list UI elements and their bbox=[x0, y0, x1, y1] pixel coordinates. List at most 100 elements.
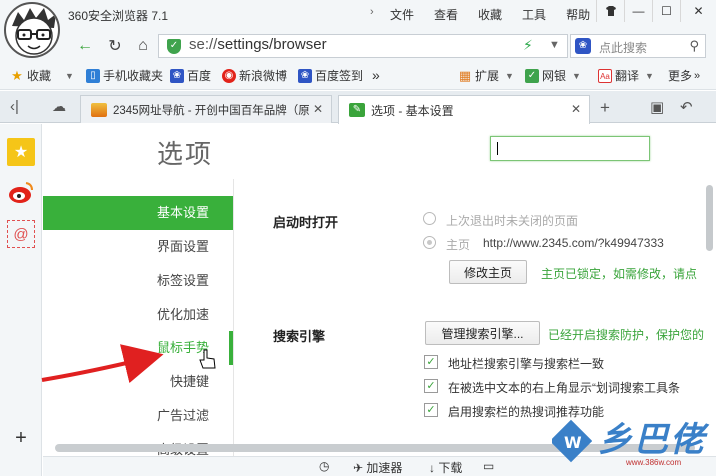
radio-homepage[interactable] bbox=[423, 236, 436, 249]
checkbox-label-selection-toolbar[interactable]: 在被选中文本的右上角显示“划词搜索工具条 bbox=[448, 379, 680, 396]
weibo-icon: ◉ bbox=[222, 68, 236, 83]
bookmarks-more-arrow[interactable]: » bbox=[372, 67, 380, 83]
svg-text:W: W bbox=[564, 433, 582, 452]
url-text[interactable]: se://settings/browser bbox=[189, 36, 327, 53]
rocket-icon: ✈ bbox=[353, 461, 364, 475]
nav-ad-filter[interactable]: 广告过滤 bbox=[43, 399, 233, 433]
grid-icon: ▦ bbox=[458, 67, 472, 83]
modify-homepage-button[interactable]: 修改主页 bbox=[449, 260, 527, 284]
tab-close-icon[interactable]: ✕ bbox=[571, 102, 581, 116]
url-dropdown-icon[interactable]: ▼ bbox=[549, 39, 560, 51]
checkbox-label-addressbar-sync[interactable]: 地址栏搜索引擎与搜索栏一致 bbox=[448, 355, 604, 372]
search-placeholder[interactable]: 点此搜索 bbox=[599, 39, 647, 56]
url-input[interactable]: ✓ se://settings/browser ⚡ ▼ bbox=[158, 34, 568, 58]
menu-favorites[interactable]: 收藏 bbox=[478, 6, 502, 23]
bookmark-baidu[interactable]: ❀ 百度 bbox=[170, 67, 211, 84]
search-box[interactable]: ❀ 点此搜索 ⚲ bbox=[570, 34, 706, 58]
baidu-paw-icon: ❀ bbox=[298, 68, 312, 83]
bookmark-weibo[interactable]: ◉ 新浪微博 bbox=[222, 67, 287, 84]
nav-mouse-gestures[interactable]: 鼠标手势 bbox=[43, 331, 233, 365]
translate-button[interactable]: Aa 翻译 ▼ bbox=[598, 67, 654, 84]
left-sidebar: ★ @ + bbox=[0, 124, 42, 476]
shield-icon: ✓ bbox=[525, 68, 539, 83]
tab-strip: ‹| ☁ 2345网址导航 - 开创中国百年品牌（原 ✕ ✎ 选项 - 基本设置… bbox=[0, 91, 716, 124]
mail-icon[interactable]: @ bbox=[7, 220, 35, 248]
speed-mode-icon[interactable]: ⚡ bbox=[523, 37, 533, 54]
bookmark-mobile[interactable]: ▯ 手机收藏夹 bbox=[86, 67, 163, 84]
home-icon[interactable]: ⌂ bbox=[132, 36, 154, 56]
menu-view[interactable]: 查看 bbox=[434, 6, 458, 23]
minimize-button[interactable]: — bbox=[624, 0, 652, 22]
search-icon[interactable]: ⚲ bbox=[689, 38, 699, 54]
nav-interface-settings[interactable]: 界面设置 bbox=[43, 230, 233, 264]
settings-nav: 基本设置 界面设置 标签设置 优化加速 鼠标手势 快捷键 广告过滤 高级设置 bbox=[43, 179, 233, 476]
extensions-button[interactable]: ▦ 扩展 ▼ bbox=[458, 67, 514, 84]
app-title: 360安全浏览器 7.1 bbox=[68, 9, 169, 23]
shield-icon: ✓ bbox=[167, 39, 181, 54]
homepage-locked-note: 主页已锁定，如需修改，请点 bbox=[541, 267, 698, 281]
download-icon: ↓ bbox=[429, 461, 435, 475]
site-2345-icon bbox=[91, 102, 107, 117]
more-button[interactable]: 更多» bbox=[668, 67, 700, 84]
homepage-url: http://www.2345.com/?k49947333 bbox=[483, 236, 664, 250]
menu-file[interactable]: 文件 bbox=[390, 6, 414, 23]
nav-optimize[interactable]: 优化加速 bbox=[43, 298, 233, 332]
title-bar: 360安全浏览器 7.1 › 文件 查看 收藏 工具 帮助 — ☐ ✕ bbox=[0, 0, 716, 58]
new-tab-button[interactable]: + bbox=[600, 98, 610, 118]
speed-dial-icon[interactable]: ◷ bbox=[319, 459, 329, 473]
menu-help[interactable]: 帮助 bbox=[566, 6, 590, 23]
tab-close-icon[interactable]: ✕ bbox=[308, 102, 323, 116]
refresh-icon[interactable]: ↻ bbox=[104, 36, 126, 56]
radio-last-session[interactable] bbox=[423, 212, 436, 225]
favorites-star-icon[interactable]: ★ bbox=[7, 138, 35, 166]
baidu-paw-icon[interactable]: ❀ bbox=[575, 38, 591, 54]
baidu-paw-icon: ❀ bbox=[170, 68, 184, 83]
accelerator-button[interactable]: ✈ 加速器 bbox=[353, 459, 402, 476]
download-button[interactable]: ↓ 下载 bbox=[429, 459, 462, 476]
watermark-url: www.386w.com bbox=[626, 458, 682, 467]
wrench-icon: ✎ bbox=[349, 103, 365, 117]
startup-label: 启动时打开 bbox=[273, 215, 339, 230]
nav-tab-settings[interactable]: 标签设置 bbox=[43, 264, 233, 298]
skin-icon[interactable] bbox=[596, 0, 624, 22]
weibo-icon[interactable] bbox=[7, 178, 35, 206]
checkbox-addressbar-sync[interactable]: ✓ bbox=[424, 355, 438, 369]
watermark-logo: W 乡巴佬 www.386w.com bbox=[552, 408, 712, 472]
tab-settings[interactable]: ✎ 选项 - 基本设置 ✕ bbox=[338, 95, 590, 124]
window-controls: — ☐ ✕ bbox=[596, 0, 716, 22]
checkbox-hot-words[interactable]: ✓ bbox=[424, 403, 438, 417]
nav-divider bbox=[233, 179, 234, 476]
translate-icon: Aa bbox=[598, 68, 612, 83]
netbank-button[interactable]: ✓ 网银 ▼ bbox=[525, 67, 581, 84]
settings-search-input[interactable] bbox=[490, 136, 650, 161]
bookmark-baidu-signin[interactable]: ❀ 百度签到 bbox=[298, 67, 363, 84]
checkbox-selection-toolbar[interactable]: ✓ bbox=[424, 379, 438, 393]
tab-overview-icon[interactable]: ▣ bbox=[650, 98, 664, 116]
tab-list-icon[interactable]: ‹| bbox=[10, 98, 19, 115]
bookmarks-bar: ★ 收藏 ▼ ▯ 手机收藏夹 ❀ 百度 ◉ 新浪微博 ❀ 百度签到 » ▦ 扩展 ▼ ✓ 网银 ▼ … bbox=[0, 62, 716, 90]
address-bar: ← ↻ ⌂ ✓ se://settings/browser ⚡ ▼ ❀ 点此搜索… bbox=[0, 30, 716, 62]
nav-basic-settings[interactable]: 基本设置 bbox=[43, 196, 233, 230]
menu-expand-icon[interactable]: › bbox=[370, 6, 374, 18]
search-protect-note: 已经开启搜索防护，保护您的 bbox=[548, 328, 705, 342]
phone-icon: ▯ bbox=[86, 68, 100, 83]
star-icon: ★ bbox=[11, 67, 23, 83]
tab-2345[interactable]: 2345网址导航 - 开创中国百年品牌（原 ✕ bbox=[80, 95, 332, 123]
cloud-icon[interactable]: ☁ bbox=[52, 98, 66, 115]
maximize-button[interactable]: ☐ bbox=[652, 0, 680, 22]
manage-search-engines-button[interactable]: 管理搜索引擎... bbox=[425, 321, 540, 345]
favorites-button[interactable]: ★ 收藏 ▼ bbox=[10, 67, 74, 84]
menu-tools[interactable]: 工具 bbox=[522, 6, 546, 23]
option-homepage[interactable]: 主页 bbox=[446, 236, 470, 253]
undo-close-icon[interactable]: ↶ bbox=[680, 98, 693, 116]
user-avatar[interactable] bbox=[4, 2, 60, 58]
scrollbar-thumb[interactable] bbox=[706, 185, 713, 251]
search-engine-label: 搜索引擎 bbox=[273, 329, 326, 344]
page-icon[interactable]: ▭ bbox=[483, 459, 494, 473]
watermark-text: 乡巴佬 bbox=[598, 421, 706, 459]
sidebar-add-button[interactable]: + bbox=[7, 424, 35, 452]
nav-shortcuts[interactable]: 快捷键 bbox=[43, 365, 233, 399]
back-icon[interactable]: ← bbox=[74, 36, 96, 56]
option-last-session[interactable]: 上次退出时未关闭的页面 bbox=[446, 212, 578, 229]
close-button[interactable]: ✕ bbox=[680, 0, 716, 22]
